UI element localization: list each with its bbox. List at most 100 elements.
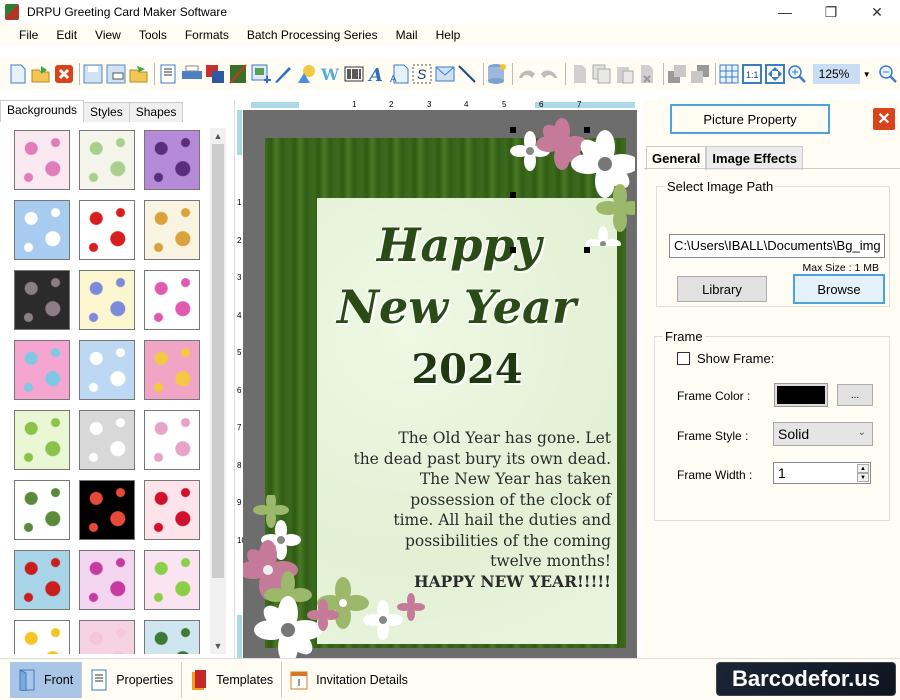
cut-icon[interactable] — [569, 63, 590, 85]
selection-handle[interactable] — [584, 127, 590, 133]
signature-icon[interactable]: S — [412, 63, 433, 85]
card-year[interactable]: 2024 — [317, 346, 617, 393]
close-icon[interactable] — [53, 63, 74, 85]
bring-front-icon[interactable] — [667, 63, 688, 85]
spin-up-icon[interactable]: ▲ — [857, 464, 869, 473]
background-thumbnail-pink-dandelions[interactable] — [79, 550, 135, 610]
background-thumbnail-gift-boxes[interactable] — [144, 270, 200, 330]
background-thumbnail-dark-roses[interactable] — [14, 270, 70, 330]
pen-icon[interactable] — [273, 63, 294, 85]
background-thumbnail-christmas-trees[interactable] — [14, 410, 70, 470]
fit-window-icon[interactable] — [764, 63, 785, 85]
menu-mail[interactable]: Mail — [387, 28, 427, 42]
copy-icon[interactable] — [591, 63, 612, 85]
open-icon[interactable] — [31, 63, 52, 85]
menu-formats[interactable]: Formats — [176, 28, 238, 42]
document-text-icon[interactable]: A — [389, 63, 410, 85]
card-title-new-year[interactable]: New Year — [337, 280, 576, 334]
image-crop-icon[interactable] — [228, 63, 249, 85]
wordart-icon[interactable]: W — [320, 63, 342, 85]
background-thumbnail-fireworks[interactable] — [79, 480, 135, 540]
flower-cluster-top-right[interactable] — [505, 116, 635, 246]
selection-handle[interactable] — [510, 247, 516, 253]
thumbnails-scrollbar[interactable]: ▲ ▼ — [210, 128, 226, 654]
background-thumbnail-pink-lilies[interactable] — [144, 550, 200, 610]
shapes-icon[interactable] — [296, 63, 318, 85]
image-path-input[interactable]: C:\Users\IBALL\Documents\Bg_img — [669, 234, 885, 258]
print-icon[interactable] — [181, 63, 203, 85]
paste-icon[interactable] — [614, 63, 635, 85]
background-thumbnail-purple-floral[interactable] — [144, 130, 200, 190]
spin-down-icon[interactable]: ▼ — [857, 473, 869, 482]
frame-color-picker-button[interactable]: ... — [837, 384, 873, 406]
background-thumbnail-green-ornaments[interactable] — [14, 480, 70, 540]
menu-batch-processing[interactable]: Batch Processing Series — [238, 28, 387, 42]
mail-icon[interactable] — [434, 63, 455, 85]
properties-icon[interactable] — [158, 63, 179, 85]
redo-icon[interactable] — [539, 63, 560, 85]
frame-color-swatch[interactable] — [774, 383, 828, 407]
delete-icon[interactable] — [637, 63, 658, 85]
background-thumbnail-pastel-blossoms[interactable] — [14, 340, 70, 400]
add-image-icon[interactable] — [250, 63, 271, 85]
save-icon[interactable] — [83, 63, 104, 85]
background-thumbnail-kids-party[interactable] — [144, 410, 200, 470]
menu-tools[interactable]: Tools — [130, 28, 176, 42]
menu-file[interactable]: File — [10, 28, 47, 42]
invitation-details-button[interactable]: Invitation Details — [282, 662, 416, 698]
text-icon[interactable]: A — [366, 63, 387, 85]
restore-button[interactable]: ❐ — [808, 0, 854, 24]
background-thumbnail-pink-texture[interactable] — [79, 620, 135, 654]
open-folder-icon[interactable] — [128, 63, 149, 85]
tab-image-effects[interactable]: Image Effects — [706, 146, 803, 170]
tab-general[interactable]: General — [646, 146, 707, 170]
close-window-button[interactable]: ✕ — [854, 0, 900, 24]
front-button[interactable]: Front — [10, 661, 83, 698]
send-back-icon[interactable] — [689, 63, 710, 85]
templates-button[interactable]: Templates — [182, 661, 283, 698]
menu-view[interactable]: View — [86, 28, 130, 42]
background-thumbnail-clouds-sky[interactable] — [14, 200, 70, 260]
background-thumbnail-colorful-circles[interactable] — [144, 340, 200, 400]
zoom-in-icon[interactable] — [787, 63, 808, 85]
scroll-down-icon[interactable]: ▼ — [210, 638, 226, 654]
background-thumbnail-white-heart[interactable] — [79, 410, 135, 470]
database-icon[interactable] — [487, 63, 508, 85]
library-button[interactable]: Library — [677, 276, 767, 302]
scroll-up-icon[interactable]: ▲ — [210, 128, 226, 144]
background-thumbnail-baby-pink-pattern[interactable] — [14, 130, 70, 190]
background-thumbnail-santa-pattern[interactable] — [14, 550, 70, 610]
zoom-dropdown-icon[interactable]: ▼ — [860, 64, 873, 84]
show-frame-checkbox[interactable] — [677, 352, 690, 365]
background-thumbnail-strawberries[interactable] — [79, 200, 135, 260]
close-panel-icon[interactable]: ✕ — [873, 108, 895, 130]
menu-edit[interactable]: Edit — [47, 28, 86, 42]
frame-width-stepper[interactable]: 1 ▲ ▼ — [773, 462, 871, 484]
tab-styles[interactable]: Styles — [83, 102, 130, 122]
background-thumbnail-baby-pastel-pattern[interactable] — [79, 130, 135, 190]
menu-help[interactable]: Help — [427, 28, 470, 42]
line-icon[interactable] — [457, 63, 478, 85]
tab-backgrounds[interactable]: Backgrounds — [0, 100, 85, 122]
picture-property-button[interactable]: Picture Property — [670, 104, 830, 134]
minimize-button[interactable]: — — [762, 0, 808, 24]
selection-handle[interactable] — [584, 247, 590, 253]
background-thumbnail-autumn-leaves[interactable] — [144, 200, 200, 260]
new-icon[interactable] — [8, 63, 29, 85]
tab-shapes[interactable]: Shapes — [128, 102, 184, 122]
save-as-icon[interactable] — [106, 63, 127, 85]
background-thumbnail-flower-rows[interactable] — [79, 270, 135, 330]
selection-handle[interactable] — [510, 192, 516, 198]
actual-size-icon[interactable]: 1:1 — [741, 63, 763, 85]
grid-icon[interactable] — [719, 63, 740, 85]
flower-cluster-bottom-left[interactable] — [243, 495, 443, 660]
background-thumbnail-blue-snowflakes[interactable] — [79, 340, 135, 400]
frame-style-select[interactable]: Solid ⌄ — [773, 422, 873, 446]
background-thumbnail-stars[interactable] — [14, 620, 70, 654]
background-thumbnail-red-hearts[interactable] — [144, 480, 200, 540]
properties-button[interactable]: Properties — [82, 661, 183, 698]
background-thumbnail-snowman-pattern[interactable] — [144, 620, 200, 654]
zoom-out-icon[interactable] — [877, 63, 898, 85]
zoom-level-input[interactable]: 125% — [812, 64, 861, 84]
selection-handle[interactable] — [510, 127, 516, 133]
